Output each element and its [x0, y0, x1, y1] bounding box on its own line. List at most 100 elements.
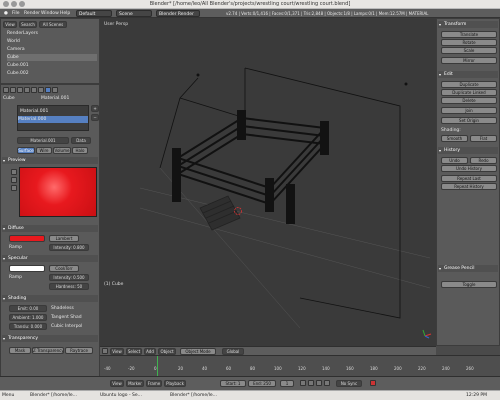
- redo-button[interactable]: Redo: [470, 157, 497, 164]
- diffuse-color-swatch[interactable]: ■: [9, 235, 45, 242]
- outliner-item[interactable]: World: [7, 38, 97, 45]
- transparency-section-header[interactable]: Transparency: [2, 335, 98, 342]
- record-keyframe-icon[interactable]: [370, 380, 376, 386]
- diffuse-intensity-slider[interactable]: Intensity: 0.800: [49, 244, 89, 251]
- edit-section-header[interactable]: Edit: [438, 71, 498, 78]
- material-slots-list[interactable]: Material.001 Material.000: [17, 105, 89, 131]
- undo-button[interactable]: Undo: [441, 157, 468, 164]
- rotate-button[interactable]: Rotate: [441, 39, 497, 46]
- specular-intensity-slider[interactable]: Intensity: 0.500: [49, 274, 89, 281]
- preview-section-header[interactable]: Preview: [2, 157, 98, 164]
- material-slot[interactable]: Material.001: [20, 108, 86, 115]
- tab-wire[interactable]: Wire: [36, 147, 52, 154]
- select-menu[interactable]: Select: [126, 348, 142, 355]
- timeline-frame-menu[interactable]: Frame: [146, 380, 162, 387]
- world-icon[interactable]: [17, 87, 23, 93]
- texture-icon[interactable]: [52, 87, 58, 93]
- scene-select[interactable]: Scene: [116, 10, 152, 17]
- play-reverse-icon[interactable]: [308, 380, 314, 386]
- outliner-item[interactable]: Cube.002: [7, 70, 97, 77]
- shading-section-header[interactable]: Shading: [2, 295, 98, 302]
- remove-slot-button[interactable]: −: [91, 114, 99, 121]
- scale-button[interactable]: Scale: [441, 47, 497, 54]
- preview-sphere-icon[interactable]: [11, 169, 17, 175]
- view-menu[interactable]: View: [110, 348, 124, 355]
- object-menu[interactable]: Object: [158, 348, 176, 355]
- preview-monkey-icon[interactable]: [11, 185, 17, 191]
- add-slot-button[interactable]: +: [91, 105, 99, 112]
- outliner-item[interactable]: Camera: [7, 46, 97, 53]
- shadeless-checkbox[interactable]: Shadeless: [51, 305, 91, 312]
- render-engine-select[interactable]: Blender Render: [156, 10, 200, 17]
- emit-slider[interactable]: Emit: 0.00: [9, 305, 47, 312]
- specular-section-header[interactable]: Specular: [2, 255, 98, 262]
- timeline-panel[interactable]: -40 -20 0 20 40 60 80 100 120 140 160 18…: [100, 355, 500, 377]
- diffuse-shader-select[interactable]: Lambert: [49, 235, 79, 242]
- timeline-view-menu[interactable]: View: [110, 380, 124, 387]
- mode-select[interactable]: Object Mode: [180, 348, 216, 355]
- jump-start-icon[interactable]: [300, 380, 306, 386]
- taskbar-app[interactable]: Blender* [/home/le...: [170, 392, 217, 400]
- set-origin-select[interactable]: Set Origin: [441, 117, 497, 124]
- taskbar-app[interactable]: Ubuntu logo - Se...: [100, 392, 142, 400]
- material-icon[interactable]: [45, 87, 51, 93]
- current-frame-field[interactable]: 1: [280, 380, 294, 387]
- outliner-search-menu[interactable]: Search: [19, 21, 37, 28]
- diffuse-section-header[interactable]: Diffuse: [2, 225, 98, 232]
- duplicate-button[interactable]: Duplicate: [441, 81, 497, 88]
- start-menu-button[interactable]: Menu: [2, 392, 14, 400]
- repeat-history-button[interactable]: Repeat History: [441, 183, 497, 190]
- material-slot-selected[interactable]: Material.000: [18, 116, 88, 123]
- outliner-item[interactable]: Cube: [7, 54, 97, 61]
- tab-surface[interactable]: Surface: [17, 147, 35, 154]
- render-icon[interactable]: [3, 87, 9, 93]
- taskbar-app[interactable]: Blender* [/home/le...: [30, 392, 77, 400]
- history-section-header[interactable]: History: [438, 147, 498, 154]
- z-transparency-button[interactable]: Z Transparency: [32, 347, 64, 354]
- tab-volume[interactable]: Volume: [53, 147, 71, 154]
- specular-shader-select[interactable]: CookTorr: [49, 265, 79, 272]
- jump-end-icon[interactable]: [324, 380, 330, 386]
- screen-layout-select[interactable]: Default: [76, 10, 112, 17]
- start-frame-field[interactable]: Start: 1: [220, 380, 246, 387]
- mirror-button[interactable]: Mirror: [441, 57, 497, 64]
- join-button[interactable]: Join: [441, 107, 497, 114]
- outliner-scenes-select[interactable]: All Scenes: [39, 21, 67, 28]
- grease-pencil-toggle-button[interactable]: Toggle: [441, 281, 497, 288]
- outliner-item[interactable]: RenderLayers: [7, 30, 97, 37]
- outliner-item[interactable]: Cube.001: [7, 62, 97, 69]
- translate-button[interactable]: Translate: [441, 31, 497, 38]
- diffuse-ramp-checkbox[interactable]: Ramp: [9, 244, 39, 251]
- scene-icon[interactable]: [10, 87, 16, 93]
- lamp-icon[interactable]: [404, 82, 408, 86]
- specular-hardness-slider[interactable]: Hardness: 50: [49, 283, 89, 290]
- add-menu[interactable]: Add: [144, 348, 156, 355]
- timeline-ruler[interactable]: -40 -20 0 20 40 60 80 100 120 140 160 18…: [100, 366, 500, 374]
- transform-section-header[interactable]: Transform: [438, 21, 498, 28]
- blender-logo-icon[interactable]: ●: [2, 10, 10, 17]
- sync-mode-select[interactable]: No Sync: [336, 380, 362, 387]
- material-data-select[interactable]: Data: [71, 137, 91, 144]
- repeat-last-button[interactable]: Repeat Last: [441, 175, 497, 182]
- play-icon[interactable]: [316, 380, 322, 386]
- 3d-viewport[interactable]: User Persp (1) Cube: [100, 18, 436, 346]
- undo-history-button[interactable]: Undo History: [441, 165, 497, 172]
- smooth-shading-button[interactable]: Smooth: [441, 135, 468, 142]
- raytrace-transparency-button[interactable]: Raytrace: [65, 347, 93, 354]
- end-frame-field[interactable]: End: 250: [248, 380, 276, 387]
- grease-pencil-section-header[interactable]: Grease Pencil: [438, 265, 498, 272]
- specular-ramp-checkbox[interactable]: Ramp: [9, 274, 39, 281]
- translucency-slider[interactable]: Translu: 0.000: [9, 323, 47, 330]
- cubic-interpolation-checkbox[interactable]: Cubic Interpol: [51, 323, 95, 330]
- specular-color-swatch[interactable]: ■: [9, 265, 45, 272]
- editor-type-icon[interactable]: [102, 348, 108, 354]
- material-name-field[interactable]: Material.001: [17, 137, 69, 144]
- object-icon[interactable]: [24, 87, 30, 93]
- tab-halo[interactable]: Halo: [72, 147, 88, 154]
- outliner-view-menu[interactable]: View: [3, 21, 17, 28]
- menu-file[interactable]: File: [10, 10, 22, 17]
- preview-cube-icon[interactable]: [11, 177, 17, 183]
- transparency-mask-button[interactable]: Mask: [9, 347, 31, 354]
- lamp-icon[interactable]: [196, 73, 200, 77]
- timeline-playback-menu[interactable]: Playback: [164, 380, 186, 387]
